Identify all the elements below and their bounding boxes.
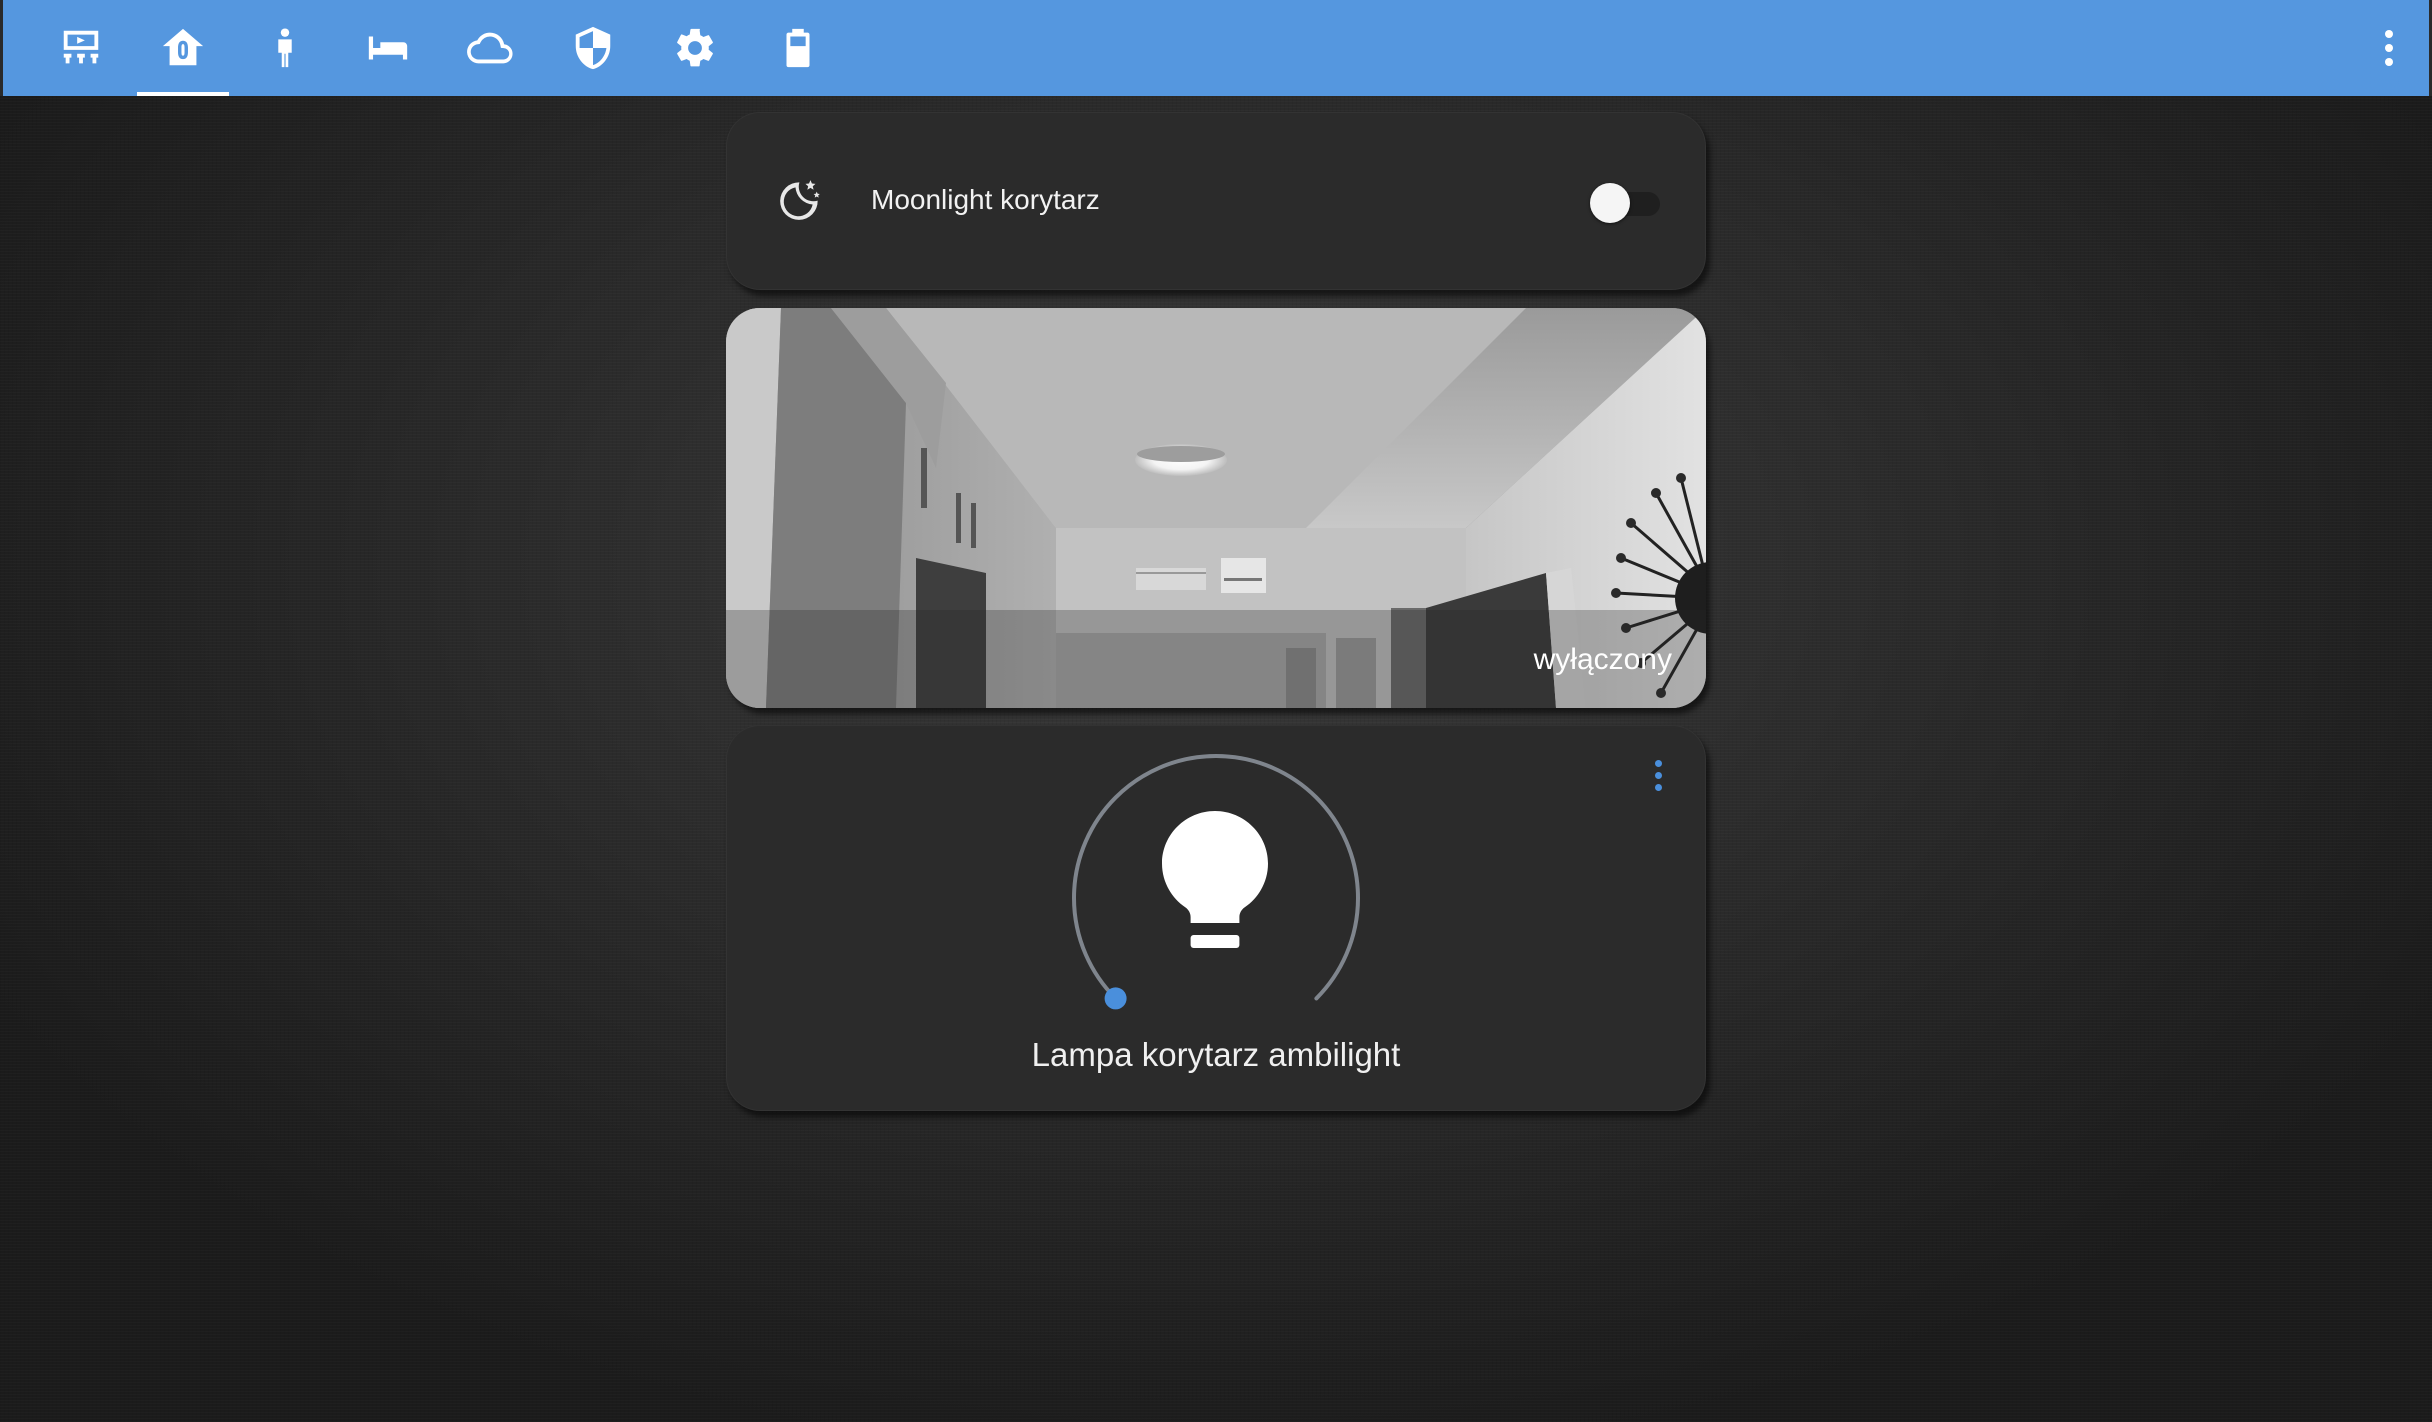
brightness-handle[interactable] [1104,987,1127,1010]
light-toggle-button[interactable] [1162,811,1268,961]
gear-icon [677,28,713,67]
bed-icon [368,36,408,60]
light-card: Lampa korytarz ambilight [726,725,1706,1111]
tab-home[interactable] [133,0,233,96]
tab-cinema[interactable] [31,0,131,96]
tab-person[interactable] [235,0,335,96]
tab-settings[interactable] [645,0,745,96]
shield-icon [575,26,611,70]
camera-status-text: wyłączony [1533,643,1672,676]
overflow-menu-button[interactable] [2377,24,2401,72]
tab-security[interactable] [543,0,643,96]
cinema-icon [63,30,99,64]
dots-vertical-icon [2385,30,2393,38]
dots-vertical-icon [1654,759,1662,767]
tab-battery[interactable] [748,0,848,96]
moonlight-switch-card: Moonlight korytarz [726,112,1706,290]
light-name: Lampa korytarz ambilight [1031,1036,1401,1073]
battery-icon [786,28,810,68]
toggle-thumb [1590,183,1630,223]
light-more-info-button[interactable] [1648,753,1668,797]
top-navigation-bar [0,0,2432,96]
menu-dot [2385,58,2393,66]
home-icon [162,28,204,66]
moonlight-toggle[interactable] [1590,183,1662,223]
person-icon [278,28,292,68]
tab-cloud[interactable] [440,0,540,96]
menu-dot [2385,44,2393,52]
moon-stars-icon[interactable] [774,176,824,226]
cloud-icon [467,32,513,64]
menu-dot [1654,771,1662,779]
lightbulb-icon [1162,811,1268,948]
camera-card[interactable]: wyłączony [726,308,1706,708]
menu-dot [1654,783,1662,791]
moonlight-switch-label: Moonlight korytarz [871,184,1100,215]
tab-bed[interactable] [338,0,438,96]
moon-stars-glyph [780,180,820,220]
